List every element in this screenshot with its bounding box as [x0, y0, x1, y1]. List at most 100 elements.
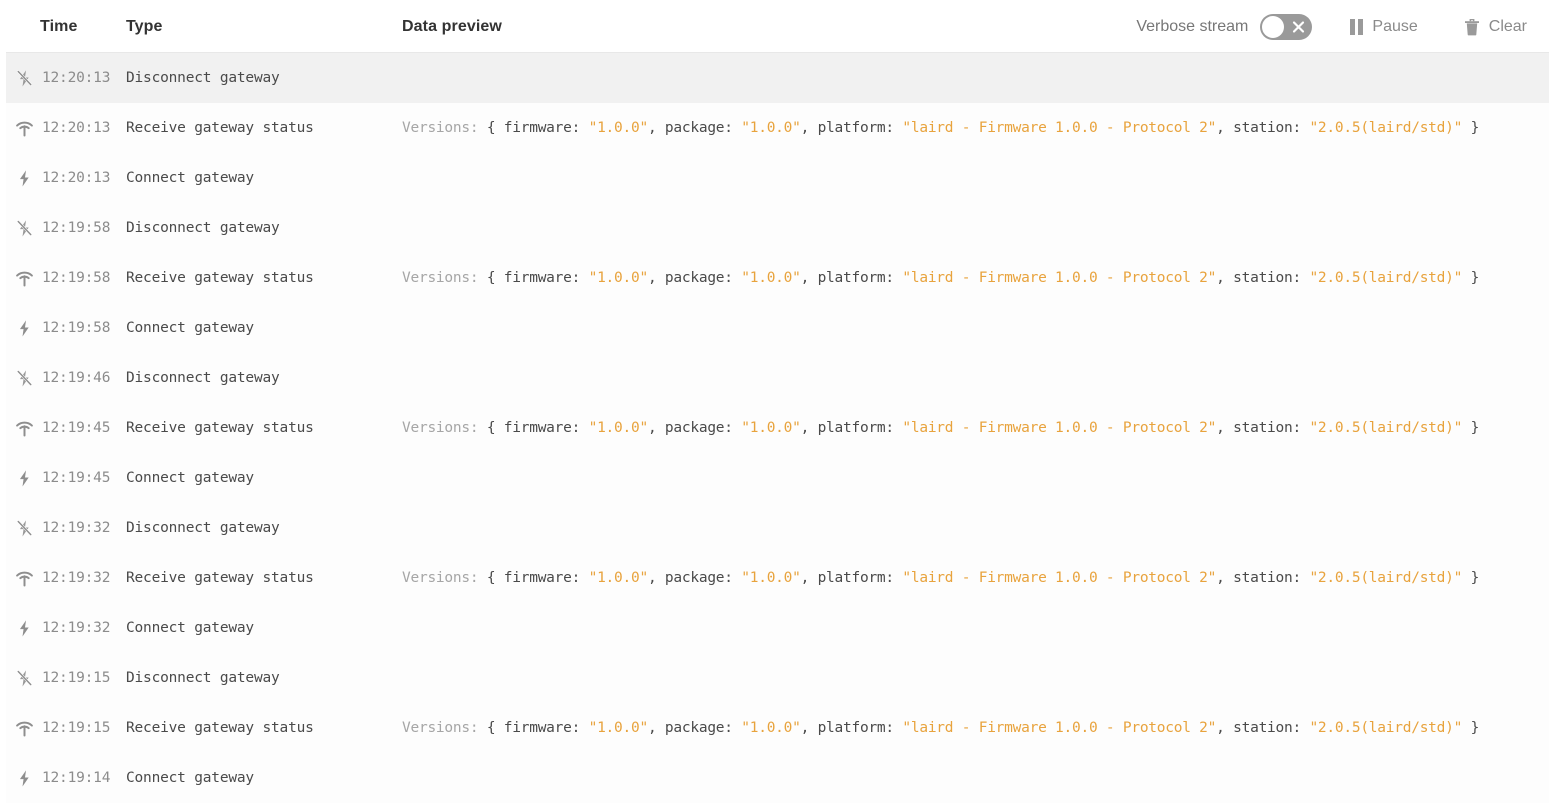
data-preview-label: Versions:	[402, 420, 487, 436]
time-cell: 12:19:14	[6, 768, 126, 788]
event-type: Connect gateway	[126, 470, 254, 486]
data-preview-value-0: "1.0.0"	[588, 270, 649, 286]
log-row[interactable]: 12:20:13 Connect gateway	[6, 153, 1549, 203]
log-row[interactable]: 12:20:13 Receive gateway status Versions: …	[6, 103, 1549, 153]
data-preview-comma-1: ,	[800, 570, 818, 586]
data-preview-value-1: "1.0.0"	[741, 420, 801, 436]
log-row[interactable]: 12:19:58 Disconnect gateway	[6, 203, 1549, 253]
data-preview-cell: Versions: { firmware: "1.0.0", package: …	[402, 570, 1549, 586]
time-cell: 12:19:45	[6, 418, 126, 438]
event-type: Disconnect gateway	[126, 220, 280, 236]
time-cell: 12:19:58	[6, 318, 126, 338]
toggle-knob	[1262, 15, 1285, 38]
data-preview-key-0: firmware:	[503, 270, 589, 286]
event-time: 12:20:13	[42, 170, 111, 186]
time-cell: 12:20:13	[6, 168, 126, 188]
pause-button[interactable]: Pause	[1348, 14, 1419, 40]
data-preview-key-0: firmware:	[503, 720, 589, 736]
column-header-time: Time	[6, 18, 126, 36]
verbose-stream-control: Verbose stream	[1136, 13, 1313, 40]
log-row[interactable]: 12:19:32 Connect gateway	[6, 603, 1549, 653]
data-preview-key-1: package:	[664, 420, 742, 436]
log-row[interactable]: 12:19:32 Disconnect gateway	[6, 503, 1549, 553]
data-preview-key-1: package:	[664, 720, 742, 736]
event-type: Receive gateway status	[126, 270, 314, 286]
log-rows-container[interactable]: 12:20:13 Disconnect gateway 12:20:13 Receiv…	[0, 53, 1549, 806]
data-preview-comma-1: ,	[800, 270, 818, 286]
log-row[interactable]: 12:19:46 Disconnect gateway	[6, 353, 1549, 403]
data-preview-comma-1: ,	[800, 120, 818, 136]
log-row[interactable]: 12:19:45 Receive gateway status Versions: …	[6, 403, 1549, 453]
log-row[interactable]: 12:20:13 Disconnect gateway	[6, 53, 1549, 103]
time-cell: 12:19:15	[6, 668, 126, 688]
flash-on-icon	[14, 468, 34, 488]
flash-on-icon	[14, 618, 34, 638]
event-time: 12:19:32	[42, 520, 111, 536]
data-preview-label: Versions:	[402, 570, 487, 586]
data-preview-comma-2: ,	[1216, 270, 1234, 286]
data-preview-value-3: "2.0.5(laird/std)"	[1309, 120, 1463, 136]
trash-icon	[1464, 18, 1480, 36]
event-type: Receive gateway status	[126, 420, 314, 436]
data-preview-value-2: "laird - Firmware 1.0.0 - Protocol 2"	[902, 420, 1217, 436]
data-preview-value-0: "1.0.0"	[588, 120, 649, 136]
data-preview-comma-0: ,	[647, 420, 665, 436]
log-row[interactable]: 12:19:14 Connect gateway	[6, 753, 1549, 803]
log-toolbar: Verbose stream Pause Clear	[1136, 13, 1549, 40]
time-cell: 12:19:32	[6, 568, 126, 588]
data-preview-value-2: "laird - Firmware 1.0.0 - Protocol 2"	[902, 720, 1217, 736]
data-preview-comma-0: ,	[647, 120, 665, 136]
event-type: Disconnect gateway	[126, 670, 280, 686]
column-header-data-preview: Data preview	[402, 18, 1136, 36]
data-preview-comma-2: ,	[1216, 420, 1234, 436]
data-preview-value-2: "laird - Firmware 1.0.0 - Protocol 2"	[902, 570, 1217, 586]
log-table-header: Time Type Data preview Verbose stream Pa…	[0, 0, 1549, 53]
pause-button-label: Pause	[1372, 17, 1418, 35]
data-preview-label: Versions:	[402, 720, 487, 736]
verbose-stream-toggle[interactable]	[1260, 13, 1313, 40]
data-preview-key-0: firmware:	[503, 420, 589, 436]
event-type: Connect gateway	[126, 320, 254, 336]
log-row[interactable]: 12:19:58 Connect gateway	[6, 303, 1549, 353]
column-header-type-label: Type	[126, 17, 163, 35]
flash-on-icon	[14, 168, 34, 188]
data-preview-value-3: "2.0.5(laird/std)"	[1309, 720, 1463, 736]
data-preview-comma-1: ,	[800, 420, 818, 436]
wifi-icon	[14, 418, 34, 438]
data-preview-comma-0: ,	[647, 720, 665, 736]
data-preview-value-3: "2.0.5(laird/std)"	[1309, 570, 1463, 586]
event-time: 12:19:58	[42, 220, 111, 236]
event-type: Connect gateway	[126, 620, 254, 636]
log-row[interactable]: 12:19:15 Receive gateway status Versions: …	[6, 703, 1549, 753]
data-preview-open-brace: {	[486, 420, 504, 436]
data-preview-key-1: package:	[664, 120, 742, 136]
data-preview-value-0: "1.0.0"	[588, 570, 649, 586]
data-preview-cell: Versions: { firmware: "1.0.0", package: …	[402, 270, 1549, 286]
log-row[interactable]: 12:19:45 Connect gateway	[6, 453, 1549, 503]
data-preview-comma-0: ,	[647, 270, 665, 286]
data-preview-value-1: "1.0.0"	[741, 720, 801, 736]
log-row[interactable]: 12:19:15 Disconnect gateway	[6, 653, 1549, 703]
data-preview-cell: Versions: { firmware: "1.0.0", package: …	[402, 420, 1549, 436]
time-cell: 12:19:32	[6, 518, 126, 538]
data-preview-key-3: station:	[1233, 720, 1310, 736]
data-preview-close-brace: }	[1470, 120, 1480, 136]
data-preview-key-3: station:	[1233, 570, 1310, 586]
data-preview-value-0: "1.0.0"	[588, 420, 649, 436]
event-type: Connect gateway	[126, 770, 254, 786]
flash-off-icon	[14, 218, 34, 238]
data-preview-value-3: "2.0.5(laird/std)"	[1309, 270, 1463, 286]
data-preview-comma-2: ,	[1216, 720, 1234, 736]
log-row[interactable]: 12:19:32 Receive gateway status Versions: …	[6, 553, 1549, 603]
data-preview-value-3: "2.0.5(laird/std)"	[1309, 420, 1463, 436]
log-row[interactable]: 12:19:58 Receive gateway status Versions: …	[6, 253, 1549, 303]
data-preview-value-2: "laird - Firmware 1.0.0 - Protocol 2"	[902, 270, 1217, 286]
column-header-time-label: Time	[40, 17, 78, 35]
event-time: 12:19:15	[42, 670, 111, 686]
event-type: Receive gateway status	[126, 720, 314, 736]
clear-button[interactable]: Clear	[1462, 14, 1529, 40]
event-type: Receive gateway status	[126, 570, 314, 586]
time-cell: 12:19:45	[6, 468, 126, 488]
flash-off-icon	[14, 68, 34, 88]
flash-on-icon	[14, 768, 34, 788]
